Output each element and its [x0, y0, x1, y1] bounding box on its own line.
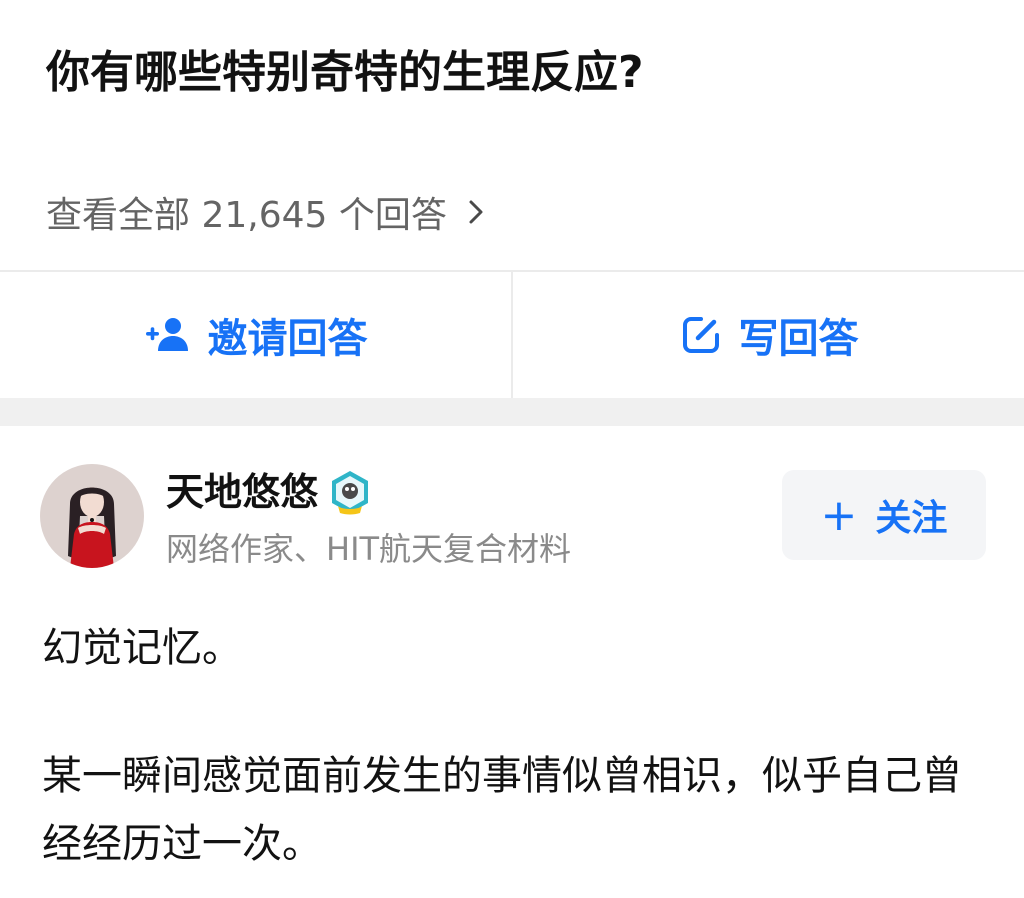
answer-content: 幻觉记忆。 某一瞬间感觉面前发生的事情似曾相识，似乎自己曾经经历过一次。	[42, 614, 982, 878]
plus-icon: +	[820, 489, 858, 541]
answer-paragraph: 某一瞬间感觉面前发生的事情似曾相识，似乎自己曾经经历过一次。	[42, 753, 962, 867]
follow-label: 关注	[875, 498, 948, 539]
add-user-icon	[145, 318, 188, 351]
author-bio: 网络作家、HIT航天复合材料	[166, 530, 572, 568]
author-name-text: 天地悠悠	[166, 470, 319, 514]
question-title: 你有哪些特别奇特的生理反应?	[46, 47, 644, 98]
follow-button[interactable]: + 关注	[782, 470, 986, 560]
author-name[interactable]: 天地悠悠	[166, 466, 374, 518]
section-divider	[0, 398, 1024, 426]
invite-answer-label: 邀请回答	[207, 316, 368, 362]
view-all-answers-link[interactable]: 查看全部 21,645 个回答	[46, 184, 491, 240]
author-avatar[interactable]	[40, 464, 144, 568]
write-answer-button[interactable]: 写回答	[511, 272, 1024, 398]
edit-icon	[682, 317, 719, 353]
write-answer-label: 写回答	[738, 316, 859, 362]
view-all-label: 查看全部 21,645 个回答	[46, 195, 447, 236]
answer-action-bar: 邀请回答 写回答	[0, 270, 1024, 398]
invite-answer-button[interactable]: 邀请回答	[0, 272, 511, 398]
verified-badge-icon	[326, 468, 374, 516]
answer-paragraph: 幻觉记忆。	[42, 625, 242, 671]
chevron-right-icon	[461, 197, 491, 227]
